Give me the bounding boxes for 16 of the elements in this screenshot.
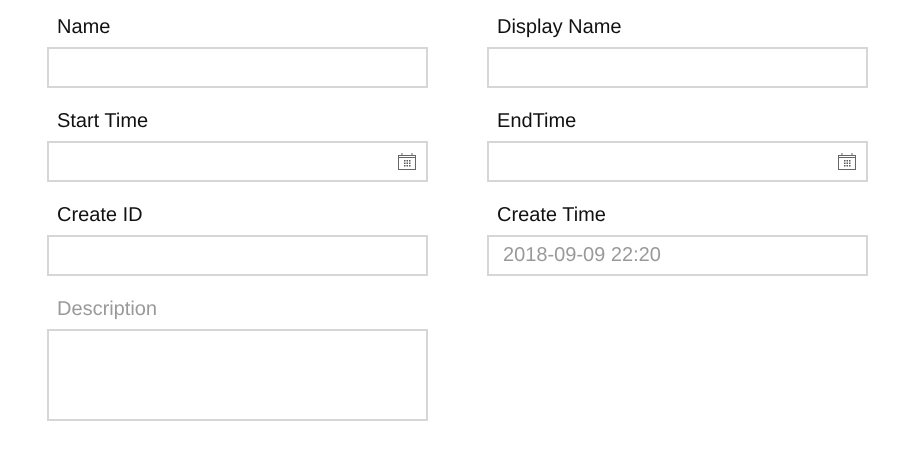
calendar-icon[interactable] [398, 153, 416, 170]
field-label: Create Time [497, 203, 606, 227]
input-field[interactable] [47, 235, 428, 276]
field-label: EndTime [497, 109, 576, 133]
input-field[interactable] [487, 47, 868, 88]
text-area[interactable] [47, 329, 428, 421]
date-field[interactable] [47, 141, 428, 182]
field-label: Create ID [57, 203, 143, 227]
field-label: Start Time [57, 109, 148, 133]
date-field[interactable] [487, 141, 868, 182]
field-label: Name [57, 15, 110, 39]
field-label: Display Name [497, 15, 622, 39]
input-field[interactable]: 2018-09-09 22:20 [487, 235, 868, 276]
calendar-icon[interactable] [838, 153, 856, 170]
input-field[interactable] [47, 47, 428, 88]
field-label: Description [57, 297, 158, 321]
